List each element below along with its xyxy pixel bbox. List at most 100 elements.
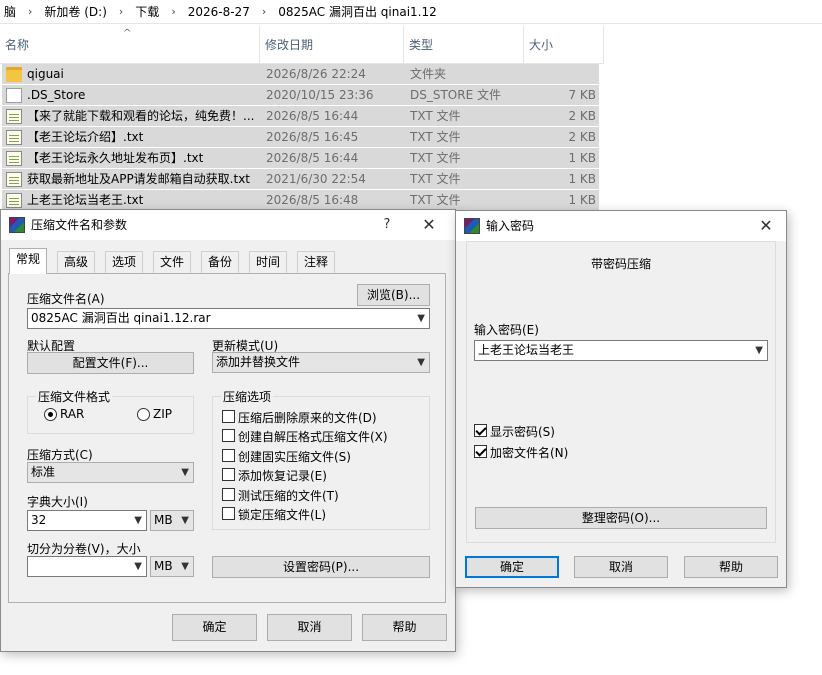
breadcrumb-item[interactable]: 新加卷 (D:): [40, 3, 110, 20]
text-file-icon: [6, 151, 22, 166]
text-file-icon: [6, 193, 22, 208]
encrypt-names-checkbox[interactable]: [474, 445, 487, 458]
tab-advanced[interactable]: 高级: [57, 251, 96, 273]
help-button[interactable]: 帮助: [362, 614, 447, 641]
recovery-record-checkbox[interactable]: [222, 468, 235, 481]
dict-unit-value: MB: [154, 513, 173, 527]
file-name: 【老王论坛介绍】.txt: [27, 130, 144, 144]
column-header-size[interactable]: 大小: [524, 26, 604, 64]
tab-backup[interactable]: 备份: [201, 251, 240, 273]
option-label: 锁定压缩文件(L): [238, 508, 327, 522]
sfx-checkbox[interactable]: [222, 429, 235, 442]
chevron-down-icon: ▼: [181, 467, 189, 478]
archive-name-combo[interactable]: 0825AC 漏洞百出 qinai1.12.rar ▼: [27, 308, 430, 329]
split-size-combo[interactable]: ▼: [27, 556, 147, 577]
archive-options-title: 压缩选项: [221, 388, 274, 405]
file-size: 7 KB: [568, 88, 596, 102]
format-rar-radio[interactable]: [44, 408, 57, 421]
dict-size-combo[interactable]: 32 ▼: [27, 510, 147, 531]
file-type: TXT 文件: [410, 193, 461, 207]
option-label: 压缩后删除原来的文件(D): [238, 411, 377, 425]
password-dialog-titlebar[interactable]: 输入密码 ✕: [456, 211, 786, 241]
tab-general[interactable]: 常规: [9, 248, 48, 274]
archive-format-title: 压缩文件格式: [36, 388, 113, 405]
tab-files[interactable]: 文件: [153, 251, 192, 273]
method-select[interactable]: 标准 ▼: [27, 462, 194, 483]
delete-after-checkbox[interactable]: [222, 410, 235, 423]
password-panel: [466, 241, 776, 543]
dict-unit-select[interactable]: MB ▼: [150, 510, 194, 531]
column-header-type[interactable]: 类型: [404, 26, 524, 64]
test-files-checkbox[interactable]: [222, 488, 235, 501]
tab-comment[interactable]: 注释: [297, 251, 336, 273]
option-label: 添加恢复记录(E): [238, 469, 327, 483]
file-size: 1 KB: [568, 151, 596, 165]
file-date: 2026/8/5 16:45: [266, 130, 359, 144]
show-password-label: 显示密码(S): [490, 425, 555, 439]
column-header-row: ^ 名称 修改日期 类型 大小: [0, 26, 604, 64]
method-value: 标准: [31, 465, 56, 479]
chevron-right-icon: ›: [118, 5, 124, 18]
archive-dialog-titlebar[interactable]: 压缩文件名和参数 ? ✕: [1, 210, 455, 240]
organize-passwords-button[interactable]: 整理密码(O)...: [475, 507, 767, 529]
file-row[interactable]: 上老王论坛当老王.txt 2026/8/5 16:48 TXT 文件 1 KB: [2, 190, 599, 211]
archive-name-label: 压缩文件名(A): [27, 292, 105, 306]
breadcrumb-item[interactable]: 脑: [0, 3, 20, 20]
update-mode-select[interactable]: 添加并替换文件 ▼: [212, 352, 430, 373]
format-zip-label: ZIP: [153, 407, 172, 421]
archive-dialog-title: 压缩文件名和参数: [31, 218, 128, 232]
chevron-down-icon: ▼: [134, 515, 142, 526]
update-mode-value: 添加并替换文件: [216, 355, 301, 369]
file-size: 2 KB: [568, 130, 596, 144]
file-name: 【来了就能下载和观看的论坛，纯免费！...: [27, 109, 255, 123]
password-heading: 带密码压缩: [590, 257, 651, 271]
file-type: TXT 文件: [410, 172, 461, 186]
tab-time[interactable]: 时间: [249, 251, 288, 273]
folder-icon: [6, 67, 22, 82]
file-type: TXT 文件: [410, 130, 461, 144]
profiles-button[interactable]: 配置文件(F)...: [27, 352, 194, 374]
file-row[interactable]: 获取最新地址及APP请发邮箱自动获取.txt 2021/6/30 22:54 T…: [2, 169, 599, 190]
password-value: 上老王论坛当老王: [478, 343, 575, 357]
ok-button[interactable]: 确定: [465, 556, 559, 578]
column-header-modified[interactable]: 修改日期: [260, 26, 404, 64]
file-row[interactable]: .DS_Store 2020/10/15 23:36 DS_STORE 文件 7…: [2, 85, 599, 106]
file-type: 文件夹: [410, 67, 447, 81]
file-row[interactable]: 【来了就能下载和观看的论坛，纯免费！... 2026/8/5 16:44 TXT…: [2, 106, 599, 127]
format-zip-radio[interactable]: [137, 408, 150, 421]
breadcrumb-item[interactable]: 下载: [131, 3, 163, 20]
file-row[interactable]: qiguai 2026/8/26 22:24 文件夹: [2, 64, 599, 85]
file-size: 1 KB: [568, 172, 596, 186]
password-input[interactable]: 上老王论坛当老王 ▼: [474, 340, 768, 361]
close-icon[interactable]: ✕: [746, 211, 786, 241]
file-date: 2026/8/5 16:44: [266, 109, 359, 123]
close-icon[interactable]: ✕: [409, 210, 449, 240]
method-label: 压缩方式(C): [27, 448, 93, 462]
file-row[interactable]: 【老王论坛介绍】.txt 2026/8/5 16:45 TXT 文件 2 KB: [2, 127, 599, 148]
column-header-name[interactable]: 名称: [0, 26, 260, 64]
cancel-button[interactable]: 取消: [574, 556, 668, 578]
cancel-button[interactable]: 取消: [267, 614, 352, 641]
tab-options[interactable]: 选项: [105, 251, 144, 273]
show-password-checkbox[interactable]: [474, 424, 487, 437]
file-size: 2 KB: [568, 109, 596, 123]
solid-checkbox[interactable]: [222, 449, 235, 462]
breadcrumb-item[interactable]: 0825AC 漏洞百出 qinai1.12: [274, 3, 441, 20]
chevron-down-icon: ▼: [417, 357, 425, 368]
help-button[interactable]: 帮助: [684, 556, 778, 578]
address-bar[interactable]: 脑 › 新加卷 (D:) › 下载 › 2026-8-27 › 0825AC 漏…: [0, 0, 822, 24]
option-label: 测试压缩的文件(T): [238, 489, 339, 503]
password-dialog: 输入密码 ✕ 带密码压缩 输入密码(E) 上老王论坛当老王 ▼ 显示密码(S) …: [455, 210, 787, 588]
file-type: TXT 文件: [410, 151, 461, 165]
chevron-right-icon: ›: [28, 5, 33, 18]
split-unit-select[interactable]: MB ▼: [150, 556, 194, 577]
set-password-button[interactable]: 设置密码(P)...: [212, 556, 430, 578]
lock-archive-checkbox[interactable]: [222, 507, 235, 520]
winrar-icon: [464, 218, 480, 234]
breadcrumb-item[interactable]: 2026-8-27: [184, 5, 254, 19]
file-row[interactable]: 【老王论坛永久地址发布页】.txt 2026/8/5 16:44 TXT 文件 …: [2, 148, 599, 169]
ok-button[interactable]: 确定: [172, 614, 257, 641]
help-icon[interactable]: ?: [367, 210, 407, 240]
chevron-down-icon: ▼: [417, 313, 425, 324]
browse-button[interactable]: 浏览(B)...: [357, 284, 430, 306]
